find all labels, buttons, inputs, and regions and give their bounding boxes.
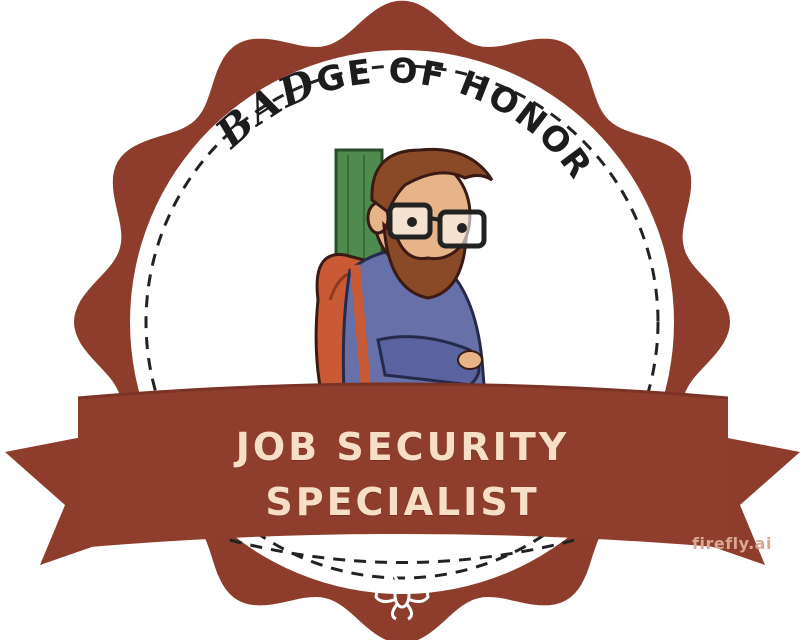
badge-graphic: BADGE OF HONOR <box>5 0 800 644</box>
title-line-2: SPECIALIST <box>265 480 540 524</box>
watermark: firefly.ai <box>692 534 772 553</box>
title-line-1: JOB SECURITY <box>235 425 570 469</box>
badge: BADGE OF HONOR <box>0 0 805 644</box>
